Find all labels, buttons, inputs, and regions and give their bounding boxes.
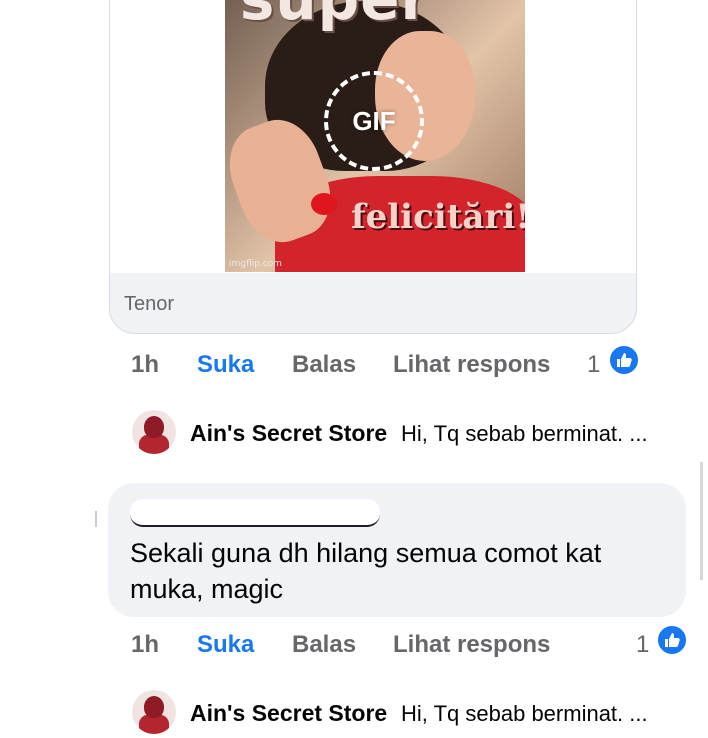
reply-preview[interactable]: Ain's Secret Store Hi, Tq sebab berminat… xyxy=(0,408,708,458)
reply-author-name[interactable]: Ain's Secret Store xyxy=(190,420,387,447)
gif-play-button[interactable]: GIF xyxy=(324,71,424,171)
avatar-head-shape xyxy=(144,416,164,438)
comment-actions-row: 1h Suka Balas Lihat respons 1 xyxy=(0,344,708,385)
view-replies-button[interactable]: Lihat respons xyxy=(393,351,550,379)
gif-watermark: imgflip.com xyxy=(229,259,282,269)
comment-timestamp: 1h xyxy=(131,351,160,378)
gif-image[interactable]: super felicitări! imgflip.com GIF xyxy=(225,0,525,272)
avatar[interactable] xyxy=(132,410,176,454)
gif-caption-bottom: felicitări! xyxy=(351,197,525,237)
avatar[interactable] xyxy=(132,690,176,734)
reaction-count[interactable]: 1 xyxy=(636,631,649,659)
comment-bubble[interactable]: Sekali guna dh hilang semua comot kat mu… xyxy=(108,483,686,617)
like-button[interactable]: Suka xyxy=(197,351,254,379)
reply-author-name[interactable]: Ain's Secret Store xyxy=(190,700,387,727)
like-thumb-icon[interactable] xyxy=(656,624,688,656)
view-replies-button[interactable]: Lihat respons xyxy=(393,631,550,659)
like-button[interactable]: Suka xyxy=(197,631,254,659)
like-thumb-icon[interactable] xyxy=(608,344,640,376)
comment-actions-row: 1h Suka Balas Lihat respons 1 xyxy=(0,624,708,665)
scrollbar-track[interactable] xyxy=(700,462,703,580)
comment-text: Sekali guna dh hilang semua comot kat mu… xyxy=(130,538,602,604)
reply-button[interactable]: Balas xyxy=(292,631,356,659)
gif-caption-top: super xyxy=(225,0,445,33)
reply-button[interactable]: Balas xyxy=(292,351,356,379)
divider-mark xyxy=(95,511,97,527)
reply-preview[interactable]: Ain's Secret Store Hi, Tq sebab berminat… xyxy=(0,688,708,738)
gif-source-label: Tenor xyxy=(124,293,175,315)
reply-snippet: Hi, Tq sebab berminat. ... xyxy=(401,701,648,726)
gif-attachment-card[interactable]: super felicitări! imgflip.com GIF Tenor xyxy=(109,0,637,334)
gif-badge-label: GIF xyxy=(352,105,396,136)
heart-icon xyxy=(311,193,337,215)
reply-snippet: Hi, Tq sebab berminat. ... xyxy=(401,421,648,446)
redacted-author-name xyxy=(130,499,380,527)
avatar-head-shape xyxy=(144,696,164,718)
reaction-count[interactable]: 1 xyxy=(587,351,600,379)
comment-timestamp: 1h xyxy=(131,631,160,658)
